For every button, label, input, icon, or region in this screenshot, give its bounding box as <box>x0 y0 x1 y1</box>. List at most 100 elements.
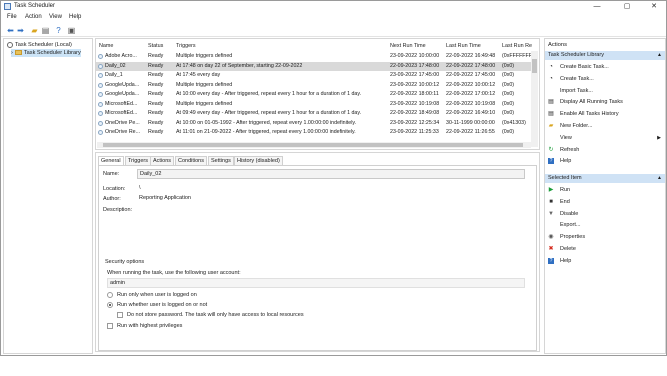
action-label: Disable <box>560 210 579 217</box>
tab-actions[interactable]: Actions <box>150 156 175 165</box>
action-help[interactable]: ? Help <box>547 156 663 166</box>
task-name: Daily_1 <box>105 72 123 78</box>
action-disable[interactable]: ▼ Disable <box>547 209 663 219</box>
tab-triggers[interactable]: Triggers <box>125 156 151 165</box>
task-triggers: At 17:45 every day <box>176 72 221 78</box>
action-run[interactable]: ▶ Run <box>547 185 663 195</box>
help-icon: ? <box>548 257 554 264</box>
tab-settings[interactable]: Settings <box>208 156 234 165</box>
task-status: Ready <box>148 53 164 59</box>
task-last-run: 30-11-1999 00:00:00 <box>446 119 495 126</box>
action-running-tasks[interactable]: ▤ Display All Running Tasks <box>547 97 663 107</box>
task-status: Ready <box>148 100 164 107</box>
task-name: MicrosoftEd... <box>105 110 138 116</box>
action-label: Properties <box>560 234 586 241</box>
task-next-run: 23-09-2022 10:19:08 <box>390 100 440 107</box>
name-label: Name: <box>103 171 120 177</box>
task-next-run: 23-09-2022 17:45:00 <box>390 72 440 78</box>
folder-icon[interactable]: ▰ <box>30 26 39 35</box>
scrollbar-thumb[interactable] <box>103 143 523 147</box>
action-refresh[interactable]: ↻ Refresh <box>547 145 663 155</box>
action-delete[interactable]: ✖ Delete <box>547 244 663 254</box>
task-status: Ready <box>148 62 164 69</box>
forward-arrow-icon[interactable]: ➡ <box>16 26 25 35</box>
task-icon <box>98 92 103 97</box>
menu-help[interactable]: Help <box>69 14 81 20</box>
table-row[interactable]: OneDrive Re... Ready At 11:01 on 21-09-202… <box>96 128 532 137</box>
tab-general[interactable]: General <box>98 156 124 165</box>
task-status: Ready <box>148 129 164 135</box>
description-field[interactable] <box>137 205 525 245</box>
task-last-result: (0x0) <box>502 62 515 69</box>
action-create-basic-task[interactable]: ◔ Create Basic Task... <box>547 62 663 72</box>
scrollbar-thumb[interactable] <box>532 59 537 73</box>
task-name: Daily_02 <box>105 62 126 69</box>
menu-file[interactable]: File <box>7 14 17 20</box>
section-task-scheduler-library[interactable]: Task Scheduler Library ▲ <box>545 51 665 60</box>
panel-icon[interactable]: ▣ <box>67 26 76 35</box>
run-highest-privileges-checkbox[interactable] <box>107 323 113 329</box>
task-last-result: (0xFFFFFFFF <box>502 53 532 59</box>
user-account-field[interactable]: admin <box>107 278 525 288</box>
action-label: Create Task... <box>560 75 594 82</box>
column-header-name[interactable]: Name <box>99 43 113 49</box>
table-row[interactable]: MicrosoftEd... Ready At 09:49 every day - … <box>96 109 532 118</box>
collapse-caret-icon[interactable]: ▲ <box>657 174 662 183</box>
action-label: Run <box>560 187 571 193</box>
column-header-last-run-time[interactable]: Last Run Time <box>446 43 481 49</box>
center-pane: Name Status Triggers Next Run Time Last … <box>95 38 542 354</box>
menu-action[interactable]: Action <box>25 14 42 20</box>
properties-icon[interactable]: ▤ <box>41 26 50 35</box>
actions-pane: Actions Task Scheduler Library ▲ ◔ Create… <box>544 38 666 354</box>
task-triggers: At 11:01 on 21-09-2022 - After triggered… <box>176 129 356 135</box>
collapse-caret-icon[interactable]: ▲ <box>657 51 662 60</box>
maximize-button[interactable]: ▢ <box>615 2 639 12</box>
column-header-triggers[interactable]: Triggers <box>176 43 196 49</box>
name-field[interactable]: Daily_02 <box>137 169 525 179</box>
table-row[interactable]: Daily_1 Ready At 17:45 every day 23-09-2022… <box>96 71 532 80</box>
minimize-button[interactable]: — <box>585 2 609 12</box>
back-arrow-icon[interactable]: ⬅ <box>6 26 15 35</box>
action-import[interactable]: Import Task... <box>547 86 663 96</box>
tree-item-task-scheduler-library[interactable]: › Task Scheduler Library <box>11 49 81 57</box>
table-row[interactable]: Adobe Acro... Ready Multiple triggers defi… <box>96 52 532 61</box>
run-whether-logged-on-radio[interactable] <box>107 302 113 308</box>
task-triggers: At 09:49 every day - After triggered, re… <box>176 110 362 116</box>
action-end[interactable]: ■ End <box>547 197 663 207</box>
table-row[interactable]: MicrosoftEd... Ready Multiple triggers def… <box>96 100 532 109</box>
action-properties[interactable]: ◉ Properties <box>547 232 663 242</box>
vertical-scrollbar[interactable] <box>531 51 538 147</box>
task-next-run: 22-09-2023 17:48:00 <box>390 62 440 69</box>
task-triggers: At 10:00 every day - After triggered, re… <box>176 91 362 97</box>
action-view[interactable]: View ▶ <box>547 133 663 143</box>
menu-view[interactable]: View <box>49 14 62 20</box>
action-label: Import Task... <box>560 87 593 94</box>
column-header-next-run-time[interactable]: Next Run Time <box>390 43 426 49</box>
tree-root[interactable]: Task Scheduler (Local) <box>7 41 72 49</box>
action-new-folder[interactable]: ▰ New Folder... <box>547 121 663 131</box>
task-last-run: 22-09-2022 16:49:48 <box>446 53 496 59</box>
column-header-last-run-result[interactable]: Last Run Re <box>502 43 532 49</box>
table-row[interactable]: GoogleUpda... Ready At 10:00 every day - A… <box>96 90 532 99</box>
table-row[interactable]: Daily_02 Ready At 17:48 on day 22 of Septe… <box>96 61 532 71</box>
task-last-run: 22-09-2022 17:45:00 <box>446 72 496 78</box>
import-icon <box>548 88 554 94</box>
action-create-task[interactable]: ◔ Create Task... <box>547 74 663 84</box>
horizontal-scrollbar[interactable] <box>97 142 531 148</box>
run-only-logged-on-radio[interactable] <box>107 292 113 298</box>
action-help[interactable]: ? Help <box>547 256 663 266</box>
help-icon[interactable]: ? <box>54 26 63 35</box>
action-label: End <box>560 198 570 205</box>
table-row[interactable]: OneDrive Pe... Ready At 10:00 on 01-05-199… <box>96 119 532 128</box>
column-header-status[interactable]: Status <box>148 43 163 49</box>
table-row[interactable]: GoogleUpda... Ready Multiple triggers defi… <box>96 81 532 90</box>
create-basic-task-icon: ◔ <box>549 64 553 70</box>
action-history[interactable]: ▤ Enable All Tasks History <box>547 109 663 119</box>
tab-history[interactable]: History (disabled) <box>234 156 283 165</box>
toolbar: ⬅ ➡ ▰ ▤ ? ▣ <box>1 24 666 37</box>
section-selected-item[interactable]: Selected Item ▲ <box>545 174 665 183</box>
do-not-store-password-checkbox[interactable] <box>117 312 123 318</box>
tab-conditions[interactable]: Conditions <box>175 156 207 165</box>
action-export[interactable]: Export... <box>547 220 663 230</box>
close-button[interactable]: ✕ <box>642 2 666 12</box>
